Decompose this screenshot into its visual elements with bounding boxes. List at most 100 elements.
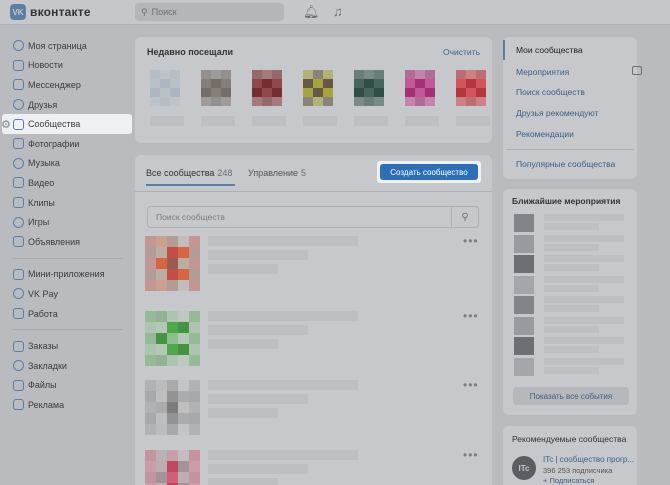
community-avatar-pixel[interactable] xyxy=(156,391,167,402)
recent-thumbnail-pixel[interactable] xyxy=(211,88,221,97)
recent-thumbnail-pixel[interactable] xyxy=(313,70,323,79)
community-avatar-pixel[interactable] xyxy=(189,450,200,461)
community-avatar-pixel[interactable] xyxy=(178,355,189,366)
community-avatar-pixel[interactable] xyxy=(156,413,167,424)
community-avatar-pixel[interactable] xyxy=(167,391,178,402)
recent-thumbnail-pixel[interactable] xyxy=(211,97,221,106)
sidebar-item-friends[interactable]: Друзья xyxy=(0,95,135,115)
recent-thumbnail-pixel[interactable] xyxy=(201,70,211,79)
community-avatar-pixel[interactable] xyxy=(178,402,189,413)
more-options-icon[interactable]: ••• xyxy=(463,448,479,462)
recent-thumbnail-pixel[interactable] xyxy=(262,97,272,106)
clear-recent-link[interactable]: Очистить xyxy=(443,47,480,57)
recent-thumbnail-pixel[interactable] xyxy=(252,97,262,106)
community-avatar-pixel[interactable] xyxy=(178,413,189,424)
community-avatar-pixel[interactable] xyxy=(178,269,189,280)
recent-thumbnail-pixel[interactable] xyxy=(456,79,466,88)
recent-thumbnail-pixel[interactable] xyxy=(262,88,272,97)
community-avatar-pixel[interactable] xyxy=(156,355,167,366)
recent-thumbnail-pixel[interactable] xyxy=(476,70,486,79)
global-search-input[interactable]: ⚲ Поиск xyxy=(135,3,284,21)
recent-thumbnail-pixel[interactable] xyxy=(272,70,282,79)
community-avatar-pixel[interactable] xyxy=(145,311,156,322)
community-avatar-pixel[interactable] xyxy=(145,247,156,258)
community-avatar-pixel[interactable] xyxy=(145,450,156,461)
community-avatar-pixel[interactable] xyxy=(178,322,189,333)
more-options-icon[interactable]: ••• xyxy=(463,309,479,323)
sidebar-item-vkpay[interactable]: VK Pay xyxy=(0,284,135,304)
recent-thumbnail-pixel[interactable] xyxy=(374,70,384,79)
right-menu-search-communities[interactable]: Поиск сообществ xyxy=(516,87,585,97)
recent-thumbnail-pixel[interactable] xyxy=(415,79,425,88)
recent-thumbnail-pixel[interactable] xyxy=(415,70,425,79)
event-avatar-pixel[interactable] xyxy=(514,316,534,335)
recent-thumbnail-pixel[interactable] xyxy=(201,88,211,97)
community-avatar-pixel[interactable] xyxy=(145,424,156,435)
recent-thumbnail-pixel[interactable] xyxy=(476,97,486,106)
gear-icon[interactable]: ⚙ xyxy=(1,118,11,131)
recent-thumbnail-pixel[interactable] xyxy=(160,79,170,88)
sidebar-item-news[interactable]: Новости xyxy=(0,56,135,76)
community-avatar-pixel[interactable] xyxy=(156,472,167,483)
community-avatar-pixel[interactable] xyxy=(145,391,156,402)
event-avatar-pixel[interactable] xyxy=(514,296,534,314)
community-avatar-pixel[interactable] xyxy=(178,280,189,291)
recent-thumbnail-pixel[interactable] xyxy=(323,70,333,79)
community-avatar-pixel[interactable] xyxy=(156,424,167,435)
community-avatar-pixel[interactable] xyxy=(178,380,189,391)
community-avatar-pixel[interactable] xyxy=(145,333,156,344)
recent-thumbnail-pixel[interactable] xyxy=(456,88,466,97)
sidebar-item-video[interactable]: Видео xyxy=(0,173,135,193)
recent-thumbnail-pixel[interactable] xyxy=(466,97,476,106)
community-avatar-pixel[interactable] xyxy=(178,258,189,269)
recent-thumbnail-pixel[interactable] xyxy=(354,79,364,88)
tab-all-communities[interactable]: Все сообщества 248 xyxy=(146,168,232,178)
recent-thumbnail-pixel[interactable] xyxy=(150,97,160,106)
recent-thumbnail-pixel[interactable] xyxy=(262,79,272,88)
recent-thumbnail-pixel[interactable] xyxy=(476,88,486,97)
recent-thumbnail-pixel[interactable] xyxy=(405,97,415,106)
community-avatar-pixel[interactable] xyxy=(189,380,200,391)
community-avatar-pixel[interactable] xyxy=(189,355,200,366)
event-avatar-pixel[interactable] xyxy=(514,357,534,376)
recent-thumbnail-pixel[interactable] xyxy=(313,97,323,106)
event-avatar-pixel[interactable] xyxy=(514,337,534,355)
community-avatar-pixel[interactable] xyxy=(167,333,178,344)
recent-thumbnail-pixel[interactable] xyxy=(354,97,364,106)
sidebar-item-music[interactable]: Музыка xyxy=(0,154,135,174)
community-avatar-pixel[interactable] xyxy=(189,424,200,435)
sidebar-item-orders[interactable]: Заказы xyxy=(0,336,135,356)
bell-icon[interactable]: 🔔︎ xyxy=(303,4,320,20)
community-avatar-pixel[interactable] xyxy=(156,258,167,269)
community-avatar-pixel[interactable] xyxy=(167,322,178,333)
community-avatar-pixel[interactable] xyxy=(189,333,200,344)
community-avatar-pixel[interactable] xyxy=(167,461,178,472)
community-avatar-pixel[interactable] xyxy=(178,333,189,344)
sidebar-item-ads[interactable]: Объявления xyxy=(0,232,135,252)
recent-thumbnail-pixel[interactable] xyxy=(160,70,170,79)
right-menu-popular[interactable]: Популярные сообщества xyxy=(516,159,615,169)
community-avatar-pixel[interactable] xyxy=(156,269,167,280)
community-avatar-pixel[interactable] xyxy=(145,413,156,424)
community-avatar-pixel[interactable] xyxy=(156,380,167,391)
recent-thumbnail-pixel[interactable] xyxy=(303,88,313,97)
community-avatar-pixel[interactable] xyxy=(189,311,200,322)
recent-thumbnail-pixel[interactable] xyxy=(415,88,425,97)
community-avatar-pixel[interactable] xyxy=(167,472,178,483)
community-avatar-pixel[interactable] xyxy=(167,355,178,366)
community-avatar-pixel[interactable] xyxy=(189,472,200,483)
recent-thumbnail-pixel[interactable] xyxy=(221,88,231,97)
community-avatar-pixel[interactable] xyxy=(145,380,156,391)
recent-thumbnail-pixel[interactable] xyxy=(160,88,170,97)
right-menu-recommendations[interactable]: Рекомендации xyxy=(516,129,574,139)
recent-thumbnail-pixel[interactable] xyxy=(425,88,435,97)
recent-thumbnail-pixel[interactable] xyxy=(364,97,374,106)
recent-thumbnail-pixel[interactable] xyxy=(466,70,476,79)
community-avatar-pixel[interactable] xyxy=(145,280,156,291)
more-options-icon[interactable]: ••• xyxy=(463,234,479,248)
community-avatar-pixel[interactable] xyxy=(178,236,189,247)
recent-thumbnail-pixel[interactable] xyxy=(272,97,282,106)
sidebar-item-user[interactable]: Моя страница xyxy=(0,36,135,56)
community-avatar-pixel[interactable] xyxy=(156,344,167,355)
recent-thumbnail-pixel[interactable] xyxy=(425,79,435,88)
